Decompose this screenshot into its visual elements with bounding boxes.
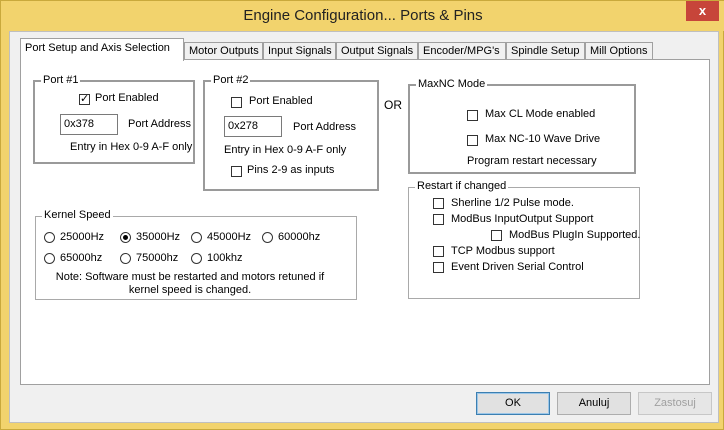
kernel-note: Note: Software must be restarted and mot… (55, 271, 325, 296)
kernel-65000-radio[interactable] (44, 253, 55, 264)
tab-motor-outputs[interactable]: Motor Outputs (184, 42, 263, 60)
port2-pins-label: Pins 2-9 as inputs (247, 164, 335, 176)
title-bar[interactable]: Engine Configuration... Ports & Pins x (1, 1, 724, 31)
kernel-75000-label: 75000hz (136, 252, 179, 264)
port1-enabled-label: Port Enabled (95, 92, 159, 104)
modbus-plugin-checkbox[interactable] (491, 230, 502, 241)
kernel-100k-label: 100khz (207, 252, 243, 264)
close-button[interactable]: x (686, 1, 719, 21)
max-cl-label: Max CL Mode enabled (485, 108, 596, 120)
port1-enabled-checkbox[interactable]: ✓ (79, 94, 90, 105)
port2-pins-checkbox[interactable] (231, 166, 242, 177)
maxnc-group: MaxNC Mode Max CL Mode enabled Max NC-10… (408, 78, 636, 174)
modbus-io-label: ModBus InputOutput Support (451, 213, 594, 225)
kernel-45000-radio[interactable] (191, 232, 202, 243)
tcp-modbus-checkbox[interactable] (433, 246, 444, 257)
sherline-checkbox[interactable] (433, 198, 444, 209)
tab-panel-port-setup: Port #1 ✓ Port Enabled 0x378 Port Addres… (20, 59, 710, 385)
tcp-modbus-label: TCP Modbus support (451, 245, 555, 257)
port2-hint: Entry in Hex 0-9 A-F only (224, 144, 347, 156)
kernel-speed-group: Kernel Speed 25000Hz 35000Hz 45000Hz 600… (35, 209, 357, 300)
sherline-label: Sherline 1/2 Pulse mode. (451, 197, 574, 209)
window-title: Engine Configuration... Ports & Pins (243, 7, 483, 24)
port1-address-label: Port Address (128, 118, 191, 130)
port1-address-input[interactable]: 0x378 (60, 114, 118, 135)
tab-output-signals[interactable]: Output Signals (336, 42, 418, 60)
kernel-35000-label: 35000Hz (136, 231, 181, 243)
maxnc-title: MaxNC Mode (416, 78, 488, 90)
kernel-35000-radio[interactable] (120, 232, 131, 243)
kernel-65000-label: 65000hz (60, 252, 103, 264)
kernel-100k-radio[interactable] (191, 253, 202, 264)
close-icon: x (698, 3, 707, 18)
port1-hint: Entry in Hex 0-9 A-F only (70, 141, 193, 153)
tab-input-signals[interactable]: Input Signals (263, 42, 336, 60)
maxnc-note: Program restart necessary (467, 155, 597, 167)
restart-group: Restart if changed Sherline 1/2 Pulse mo… (408, 180, 641, 299)
port1-group: Port #1 ✓ Port Enabled 0x378 Port Addres… (33, 74, 195, 164)
kernel-60000-radio[interactable] (262, 232, 273, 243)
modbus-plugin-label: ModBus PlugIn Supported. (509, 229, 641, 241)
port2-enabled-label: Port Enabled (249, 95, 313, 107)
port2-address-label: Port Address (293, 121, 356, 133)
port1-title: Port #1 (41, 74, 81, 86)
kernel-75000-radio[interactable] (120, 253, 131, 264)
port2-group: Port #2 Port Enabled 0x278 Port Address … (203, 74, 379, 191)
tab-spindle-setup[interactable]: Spindle Setup (506, 42, 585, 60)
cancel-button[interactable]: Anuluj (557, 392, 631, 415)
dialog-window: Engine Configuration... Ports & Pins x P… (0, 0, 724, 430)
kernel-25000-radio[interactable] (44, 232, 55, 243)
restart-title: Restart if changed (415, 180, 509, 192)
tab-port-setup[interactable]: Port Setup and Axis Selection (20, 38, 184, 61)
apply-button[interactable]: Zastosuj (638, 392, 712, 415)
event-serial-checkbox[interactable] (433, 262, 444, 273)
modbus-io-checkbox[interactable] (433, 214, 444, 225)
tab-mill-options[interactable]: Mill Options (585, 42, 653, 60)
max-nc10-label: Max NC-10 Wave Drive (485, 133, 601, 145)
dialog-client-area: Port Setup and Axis Selection Motor Outp… (9, 31, 719, 423)
event-serial-label: Event Driven Serial Control (451, 261, 584, 273)
max-nc10-checkbox[interactable] (467, 135, 478, 146)
port2-address-input[interactable]: 0x278 (224, 116, 282, 137)
kernel-speed-title: Kernel Speed (42, 209, 113, 221)
ok-button[interactable]: OK (476, 392, 550, 415)
tab-encoder-mpg[interactable]: Encoder/MPG's (418, 42, 506, 60)
port2-title: Port #2 (211, 74, 251, 86)
kernel-60000-label: 60000hz (278, 231, 321, 243)
or-label: OR (384, 98, 402, 112)
kernel-45000-label: 45000Hz (207, 231, 252, 243)
kernel-25000-label: 25000Hz (60, 231, 105, 243)
max-cl-checkbox[interactable] (467, 110, 478, 121)
port2-enabled-checkbox[interactable] (231, 97, 242, 108)
checkmark-icon: ✓ (80, 93, 90, 105)
